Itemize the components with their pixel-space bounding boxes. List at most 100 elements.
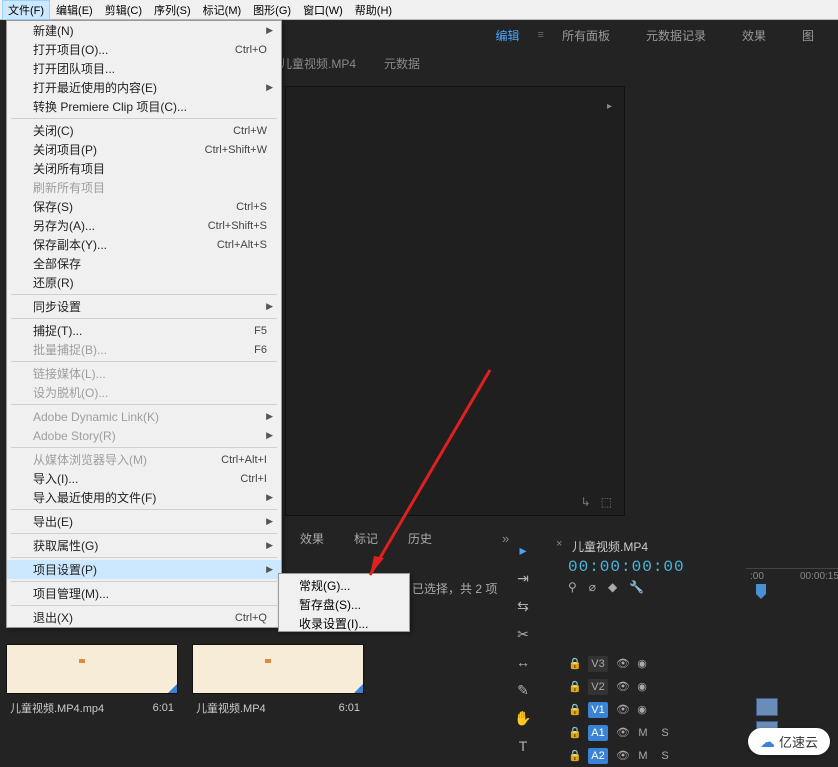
menubar-window[interactable]: 窗口(W) bbox=[297, 0, 349, 20]
menu-item[interactable]: 全部保存 bbox=[7, 254, 281, 273]
panel-flyout-icon[interactable]: ▸ bbox=[607, 101, 612, 112]
sequence-title[interactable]: 儿童视频.MP4 bbox=[572, 538, 648, 555]
type-tool-icon[interactable]: T bbox=[513, 738, 533, 758]
menu-item[interactable]: 获取属性(G)▶ bbox=[7, 536, 281, 555]
menu-item[interactable]: 设为脱机(O)... bbox=[7, 383, 281, 402]
menu-item[interactable]: 关闭项目(P)Ctrl+Shift+W bbox=[7, 140, 281, 159]
menubar-help[interactable]: 帮助(H) bbox=[349, 0, 398, 20]
playhead-icon[interactable] bbox=[756, 584, 766, 594]
menu-item[interactable]: Adobe Story(R)▶ bbox=[7, 426, 281, 445]
eye-icon[interactable]: 👁 bbox=[616, 726, 628, 739]
ripple-edit-tool-icon[interactable]: ⇆ bbox=[513, 598, 533, 618]
menu-item[interactable]: 捕捉(T)...F5 bbox=[7, 321, 281, 340]
menu-item[interactable]: 导入(I)...Ctrl+I bbox=[7, 469, 281, 488]
eye-icon[interactable]: ◉ bbox=[636, 703, 648, 716]
menu-item[interactable]: 新建(N)▶ bbox=[7, 21, 281, 40]
solo-button[interactable]: S bbox=[658, 750, 672, 762]
menu-item[interactable]: 关闭所有项目 bbox=[7, 159, 281, 178]
menu-item[interactable]: 批量捕捉(B)...F6 bbox=[7, 340, 281, 359]
menu-item[interactable]: 刷新所有项目 bbox=[7, 178, 281, 197]
bin-selection-info: 已选择，共 2 项 bbox=[412, 580, 497, 597]
lock-icon[interactable]: 🔒 bbox=[568, 703, 580, 716]
menu-item[interactable]: 链接媒体(L)... bbox=[7, 364, 281, 383]
menubar-graphic[interactable]: 图形(G) bbox=[247, 0, 297, 20]
timeline-close-icon[interactable]: × bbox=[556, 538, 562, 550]
menubar-edit[interactable]: 编辑(E) bbox=[50, 0, 99, 20]
eye-icon[interactable]: 👁 bbox=[616, 680, 628, 693]
track-toggle[interactable]: V2 bbox=[588, 679, 608, 695]
eye-icon[interactable]: ◉ bbox=[636, 680, 648, 693]
submenu-arrow-icon: ▶ bbox=[266, 564, 273, 575]
eye-icon[interactable]: ◉ bbox=[636, 657, 648, 670]
menu-item[interactable]: 项目设置(P)▶ bbox=[7, 560, 281, 579]
submenu-general[interactable]: 常规(G)... bbox=[279, 574, 409, 593]
menu-item[interactable]: 打开团队项目... bbox=[7, 59, 281, 78]
menubar-marker[interactable]: 标记(M) bbox=[197, 0, 248, 20]
lock-icon[interactable]: 🔒 bbox=[568, 726, 580, 739]
lock-icon[interactable]: 🔒 bbox=[568, 657, 580, 670]
bin-item[interactable]: 儿童视频.MP46:01 bbox=[192, 644, 364, 722]
linked-selection-icon[interactable]: ⌀ bbox=[589, 580, 596, 594]
menu-item[interactable]: 同步设置▶ bbox=[7, 297, 281, 316]
eye-icon[interactable]: 👁 bbox=[616, 749, 628, 762]
menu-item[interactable]: 导出(E)▶ bbox=[7, 512, 281, 531]
menubar-file[interactable]: 文件(F) bbox=[2, 0, 50, 20]
mute-button[interactable]: M bbox=[636, 750, 650, 762]
lock-icon[interactable]: 🔒 bbox=[568, 749, 580, 762]
video-badge-icon bbox=[168, 684, 177, 693]
playhead-timecode[interactable]: 00:00:00:00 bbox=[568, 558, 685, 576]
source-tab-metadata[interactable]: 元数据 bbox=[384, 55, 420, 72]
track-row: 🔒 V3 👁 ◉ bbox=[568, 652, 838, 675]
menu-item[interactable]: 另存为(A)...Ctrl+Shift+S bbox=[7, 216, 281, 235]
submenu-scratch-disks[interactable]: 暂存盘(S)... bbox=[279, 593, 409, 612]
solo-button[interactable]: S bbox=[658, 727, 672, 739]
menu-item[interactable]: 导入最近使用的文件(F)▶ bbox=[7, 488, 281, 507]
tabs-overflow-icon[interactable]: » bbox=[462, 531, 509, 546]
slip-tool-icon[interactable]: ↔ bbox=[513, 654, 533, 674]
menubar-clip[interactable]: 剪辑(C) bbox=[99, 0, 148, 20]
menu-item[interactable]: 从媒体浏览器导入(M)Ctrl+Alt+I bbox=[7, 450, 281, 469]
track-toggle[interactable]: A2 bbox=[588, 748, 608, 764]
track-toggle[interactable]: V1 bbox=[588, 702, 608, 718]
snap-icon[interactable]: ⚲ bbox=[568, 580, 577, 594]
mute-button[interactable]: M bbox=[636, 727, 650, 739]
track-select-tool-icon[interactable]: ⇥ bbox=[513, 570, 533, 590]
submenu-ingest-settings[interactable]: 收录设置(I)... bbox=[279, 612, 409, 631]
menu-item[interactable]: 关闭(C)Ctrl+W bbox=[7, 121, 281, 140]
eye-icon[interactable]: 👁 bbox=[616, 657, 628, 670]
lock-icon[interactable]: 🔒 bbox=[568, 680, 580, 693]
lower-tab-effects[interactable]: 效果 bbox=[300, 530, 324, 547]
hand-tool-icon[interactable]: ✋ bbox=[513, 710, 533, 730]
settings-icon[interactable]: ⬚ bbox=[601, 495, 612, 509]
bin-item[interactable]: 儿童视频.MP4.mp46:01 bbox=[6, 644, 178, 722]
workspace-tab-edit[interactable]: 编辑 bbox=[478, 27, 538, 44]
menubar-sequence[interactable]: 序列(S) bbox=[148, 0, 197, 20]
timeline-clip[interactable] bbox=[756, 698, 778, 716]
menu-item[interactable]: 打开项目(O)...Ctrl+O bbox=[7, 40, 281, 59]
menu-item[interactable]: 打开最近使用的内容(E)▶ bbox=[7, 78, 281, 97]
source-tab-clip[interactable]: 儿童视频.MP4 bbox=[280, 55, 356, 72]
menu-item[interactable]: 转换 Premiere Clip 项目(C)... bbox=[7, 97, 281, 116]
submenu-arrow-icon: ▶ bbox=[266, 492, 273, 503]
markers-icon[interactable]: ◆ bbox=[608, 580, 617, 594]
razor-tool-icon[interactable]: ✂ bbox=[513, 626, 533, 646]
lower-tab-marker[interactable]: 标记 bbox=[354, 530, 378, 547]
workspace-tab-effects[interactable]: 效果 bbox=[724, 27, 784, 44]
pen-tool-icon[interactable]: ✎ bbox=[513, 682, 533, 702]
export-frame-icon[interactable]: ↳ bbox=[581, 495, 591, 509]
track-toggle[interactable]: A1 bbox=[588, 725, 608, 741]
workspace-tab-graphics[interactable]: 图 bbox=[784, 27, 832, 44]
track-toggle[interactable]: V3 bbox=[588, 656, 608, 672]
workspace-tab-all-panels[interactable]: 所有面板 bbox=[544, 27, 628, 44]
eye-icon[interactable]: 👁 bbox=[616, 703, 628, 716]
selection-tool-icon[interactable]: ▸ bbox=[513, 542, 533, 562]
menu-item[interactable]: 还原(R) bbox=[7, 273, 281, 292]
menu-item[interactable]: 退出(X)Ctrl+Q bbox=[7, 608, 281, 627]
menu-item[interactable]: Adobe Dynamic Link(K)▶ bbox=[7, 407, 281, 426]
settings-wrench-icon[interactable]: 🔧 bbox=[629, 580, 644, 594]
lower-tab-history[interactable]: 历史 bbox=[408, 530, 432, 547]
menu-item[interactable]: 保存副本(Y)...Ctrl+Alt+S bbox=[7, 235, 281, 254]
menu-item[interactable]: 项目管理(M)... bbox=[7, 584, 281, 603]
workspace-tab-metadata-record[interactable]: 元数据记录 bbox=[628, 27, 724, 44]
menu-item[interactable]: 保存(S)Ctrl+S bbox=[7, 197, 281, 216]
